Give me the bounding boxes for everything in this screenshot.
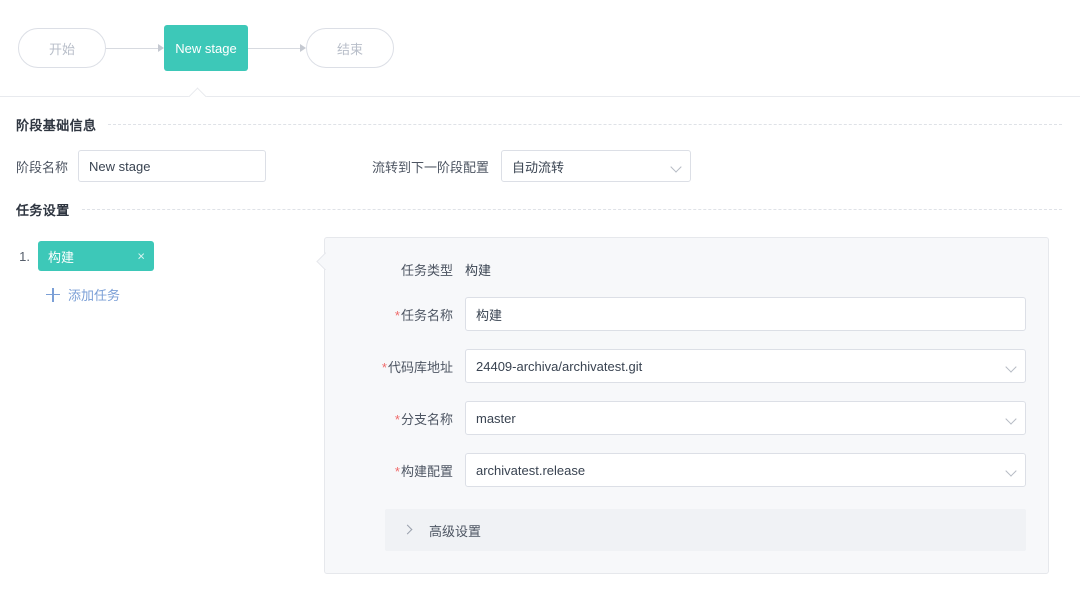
detail-row-repo-url: *代码库地址 24409-archiva/archivatest.git	[325, 349, 1026, 383]
chevron-down-icon	[1007, 363, 1016, 372]
flow-node-end[interactable]: 结束	[306, 28, 394, 68]
detail-row-build-config: *构建配置 archivatest.release	[325, 453, 1026, 487]
stage-name-label: 阶段名称	[16, 159, 69, 175]
required-asterisk: *	[381, 359, 387, 375]
required-asterisk: *	[394, 411, 400, 427]
branch-select-value: master	[465, 401, 1026, 435]
flow-connector-stage-to-end	[248, 43, 306, 53]
repo-url-select-value: 24409-archiva/archivatest.git	[465, 349, 1026, 383]
task-name-label: *任务名称	[325, 305, 465, 324]
task-chip-label: 构建	[48, 249, 75, 265]
branch-label: *分支名称	[325, 409, 465, 428]
label-text: 任务名称	[400, 307, 453, 323]
pipeline-flow: 开始 New stage 结束	[0, 0, 1080, 96]
required-asterisk: *	[394, 463, 400, 479]
basic-info-row: 阶段名称 流转到下一阶段配置 自动流转	[0, 150, 1080, 182]
section-dotted-divider	[81, 209, 1062, 210]
build-config-control: archivatest.release	[465, 453, 1026, 487]
flow-config-select-value: 自动流转	[501, 150, 692, 182]
flow-node-new-stage[interactable]: New stage	[164, 25, 248, 71]
repo-url-select[interactable]: 24409-archiva/archivatest.git	[465, 349, 1026, 383]
task-list: 1. 构建 × 添加任务	[16, 237, 316, 574]
label-text: 构建配置	[400, 463, 453, 479]
connector-line	[106, 48, 158, 49]
repo-url-control: 24409-archiva/archivatest.git	[465, 349, 1026, 383]
field-flow-config: 流转到下一阶段配置 自动流转	[372, 150, 692, 182]
section-header-task-settings: 任务设置	[0, 200, 1080, 219]
build-config-label: *构建配置	[325, 461, 465, 480]
flow-node-stage-label: New stage	[175, 40, 237, 56]
advanced-settings-label: 高级设置	[429, 523, 482, 539]
detail-row-task-type: 任务类型 构建	[325, 260, 1026, 279]
advanced-settings-toggle[interactable]: 高级设置	[385, 509, 1026, 551]
list-item: 1. 构建 ×	[16, 241, 316, 271]
flow-config-select[interactable]: 自动流转	[501, 150, 692, 182]
chevron-down-icon	[1007, 415, 1016, 424]
flow-divider	[0, 96, 1080, 97]
selected-stage-notch-icon	[186, 87, 214, 97]
flow-node-start-label: 开始	[48, 41, 75, 57]
plus-icon	[46, 287, 60, 302]
close-icon[interactable]: ×	[137, 250, 145, 263]
connector-line	[248, 48, 300, 49]
label-text: 代码库地址	[387, 359, 453, 375]
stage-name-input[interactable]	[78, 150, 266, 182]
required-asterisk: *	[394, 307, 400, 323]
detail-row-branch: *分支名称 master	[325, 401, 1026, 435]
flow-node-end-label: 结束	[336, 41, 363, 57]
task-chip-build[interactable]: 构建 ×	[38, 241, 154, 271]
flow-connector-start-to-stage	[106, 43, 164, 53]
repo-url-label: *代码库地址	[325, 357, 465, 376]
build-config-select-value: archivatest.release	[465, 453, 1026, 487]
detail-row-task-name: *任务名称	[325, 297, 1026, 331]
chevron-right-icon	[403, 525, 413, 535]
add-task-label: 添加任务	[68, 288, 121, 303]
add-task-button[interactable]: 添加任务	[46, 285, 316, 304]
flow-node-start[interactable]: 开始	[18, 28, 106, 68]
field-stage-name: 阶段名称	[16, 150, 266, 182]
chevron-down-icon	[672, 163, 681, 172]
panel-pointer-icon	[316, 252, 326, 270]
task-settings-area: 1. 构建 × 添加任务 任务类型 构建 *任务名称 构建 *代码库地址 244…	[0, 237, 1080, 574]
chevron-down-icon	[1007, 467, 1016, 476]
section-title: 任务设置	[16, 203, 70, 218]
task-index-label: 1.	[19, 248, 30, 264]
section-title: 阶段基础信息	[16, 118, 97, 133]
task-detail-panel: 任务类型 构建 *任务名称 *代码库地址 24409-archiva/archi…	[324, 237, 1049, 574]
arrow-head-icon	[300, 44, 306, 52]
task-name-input[interactable]	[465, 297, 1026, 331]
task-name-control	[465, 297, 1026, 331]
branch-control: master	[465, 401, 1026, 435]
section-header-basic-info: 阶段基础信息	[0, 115, 1080, 134]
label-text: 分支名称	[400, 411, 453, 427]
section-dotted-divider	[108, 124, 1062, 125]
branch-select[interactable]: master	[465, 401, 1026, 435]
task-type-label: 任务类型	[400, 263, 453, 278]
task-type-value: 构建	[465, 263, 492, 278]
flow-config-label: 流转到下一阶段配置	[372, 159, 490, 175]
build-config-select[interactable]: archivatest.release	[465, 453, 1026, 487]
